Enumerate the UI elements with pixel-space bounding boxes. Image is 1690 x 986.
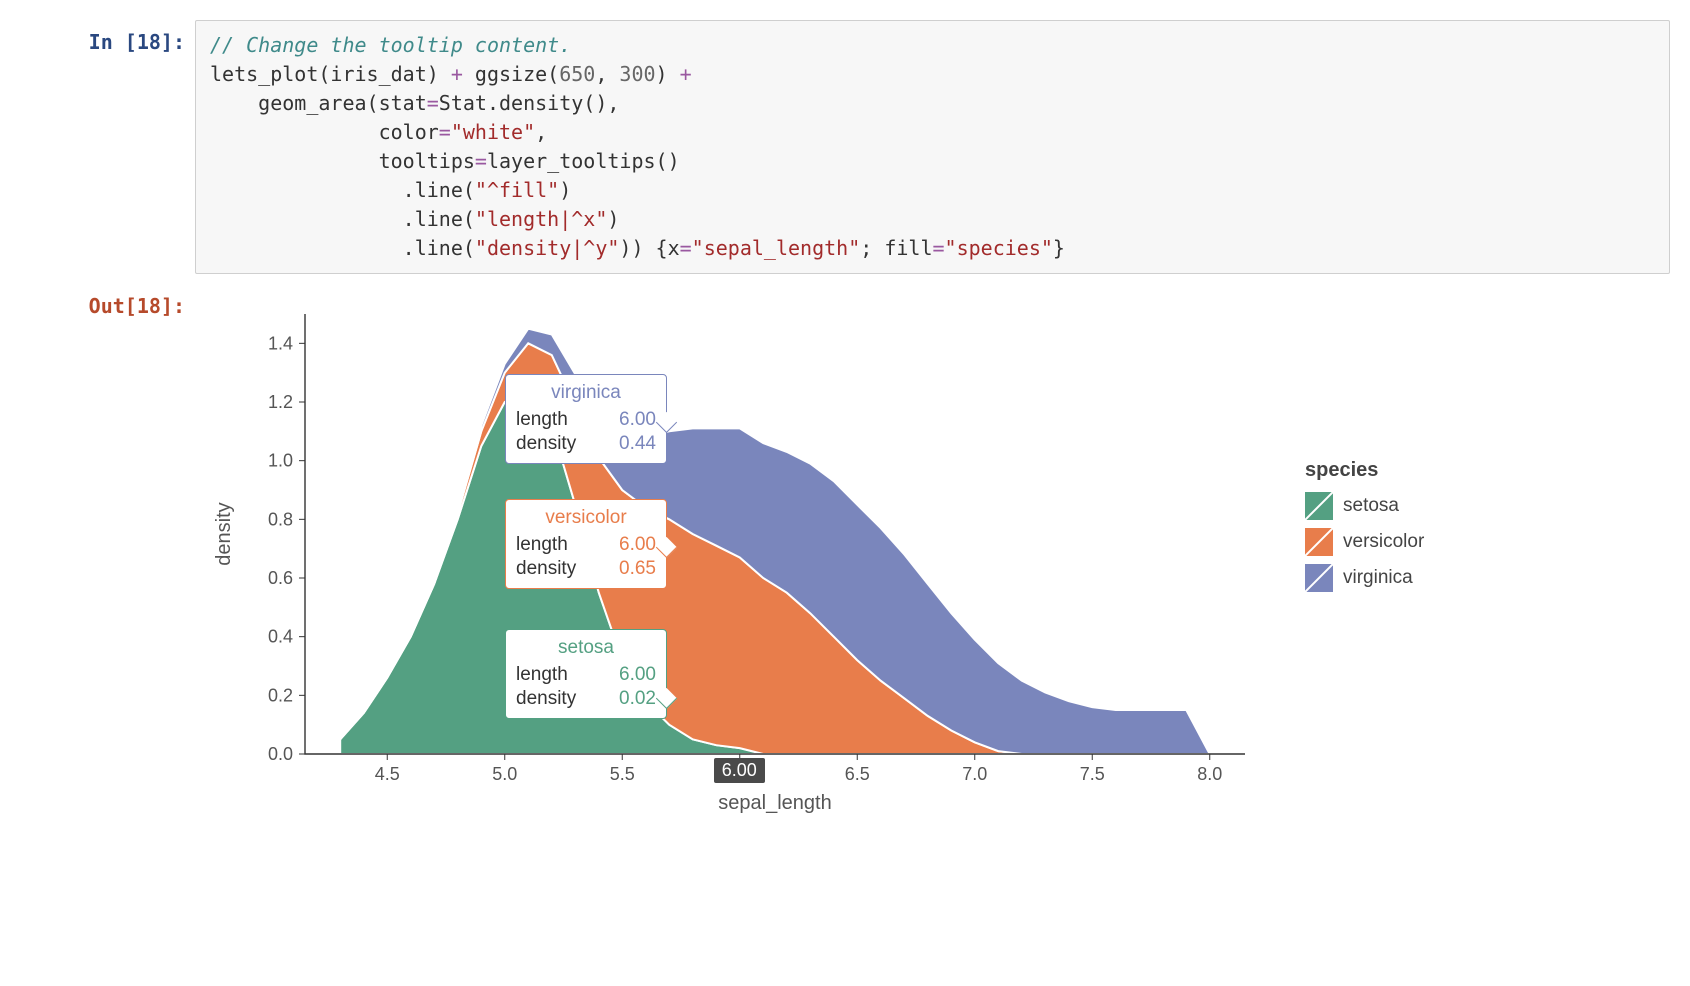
svg-text:1.0: 1.0	[268, 451, 293, 471]
tooltip-setosa: setosa length6.00 density0.02	[505, 629, 667, 719]
svg-text:7.5: 7.5	[1080, 764, 1105, 784]
out-prompt: Out[18]:	[89, 294, 185, 318]
code-comment: // Change the tooltip content.	[210, 33, 571, 57]
legend-item-versicolor[interactable]: versicolor	[1305, 528, 1424, 556]
legend-swatch-icon	[1305, 564, 1333, 592]
svg-text:density: density	[213, 502, 235, 565]
svg-text:6.5: 6.5	[845, 764, 870, 784]
legend-swatch-icon	[1305, 528, 1333, 556]
svg-text:0.8: 0.8	[268, 509, 293, 529]
svg-text:1.4: 1.4	[268, 333, 293, 353]
chart-plot-area[interactable]: 0.00.20.40.60.81.01.21.44.55.05.56.06.57…	[195, 294, 1275, 849]
svg-text:0.4: 0.4	[268, 627, 293, 647]
legend-item-virginica[interactable]: virginica	[1305, 564, 1424, 592]
svg-text:8.0: 8.0	[1197, 764, 1222, 784]
output-cell: Out[18]: 0.0 0.2 0.4 0.6 0.8 1.0 1.2 1.4 4.5 5.0 5…	[20, 284, 1670, 849]
input-cell: In [18]: // Change the tooltip content. …	[20, 20, 1670, 274]
svg-text:7.0: 7.0	[962, 764, 987, 784]
svg-text:sepal_length: sepal_length	[718, 792, 831, 814]
tooltip-virginica: virginica length6.00 density0.44	[505, 374, 667, 464]
tooltip-versicolor: versicolor length6.00 density0.65	[505, 499, 667, 589]
svg-text:4.5: 4.5	[375, 764, 400, 784]
svg-text:0.6: 0.6	[268, 568, 293, 588]
code-area[interactable]: // Change the tooltip content. lets_plot…	[195, 20, 1670, 274]
legend-swatch-icon	[1305, 492, 1333, 520]
in-prompt: In [18]:	[89, 30, 185, 54]
svg-text:5.0: 5.0	[492, 764, 517, 784]
svg-text:0.0: 0.0	[268, 744, 293, 764]
legend-item-setosa[interactable]: setosa	[1305, 492, 1424, 520]
chart-wrap: 0.00.20.40.60.81.01.21.44.55.05.56.06.57…	[195, 294, 1670, 849]
svg-text:5.5: 5.5	[610, 764, 635, 784]
svg-text:0.2: 0.2	[268, 685, 293, 705]
legend: species setosa versicolor virginica	[1275, 294, 1424, 600]
svg-text:1.2: 1.2	[268, 392, 293, 412]
x-axis-marker: 6.00	[714, 758, 765, 783]
legend-title: species	[1305, 459, 1424, 482]
